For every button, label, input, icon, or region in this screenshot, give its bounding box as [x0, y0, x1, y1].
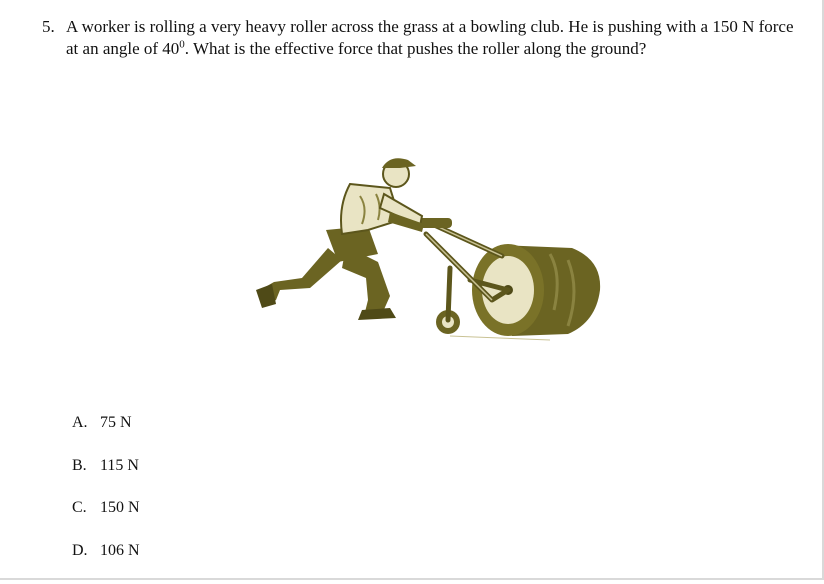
- worksheet-page: 5. A worker is rolling a very heavy roll…: [0, 0, 824, 580]
- grass-line: [450, 336, 550, 340]
- option-d[interactable]: D. 106 N: [72, 542, 140, 584]
- option-letter: B.: [72, 457, 100, 475]
- option-b[interactable]: B. 115 N: [72, 457, 140, 500]
- option-letter: A.: [72, 414, 100, 432]
- question-text: A worker is rolling a very heavy roller …: [66, 16, 802, 60]
- option-value: 150 N: [100, 499, 140, 517]
- worker-cap: [382, 158, 416, 168]
- option-letter: D.: [72, 542, 100, 560]
- option-a[interactable]: A. 75 N: [72, 414, 140, 457]
- question-number: 5.: [42, 16, 64, 38]
- option-c[interactable]: C. 150 N: [72, 499, 140, 542]
- option-value: 75 N: [100, 414, 132, 432]
- option-value: 106 N: [100, 542, 140, 560]
- worker-pushing-roller-illustration: [250, 150, 610, 350]
- option-letter: C.: [72, 499, 100, 517]
- question-text-end: . What is the effective force that pushe…: [185, 39, 647, 58]
- answer-options: A. 75 N B. 115 N C. 150 N D. 106 N: [72, 414, 140, 584]
- question-block: 5. A worker is rolling a very heavy roll…: [42, 16, 802, 60]
- worker-front-shoe: [358, 308, 396, 320]
- option-value: 115 N: [100, 457, 139, 475]
